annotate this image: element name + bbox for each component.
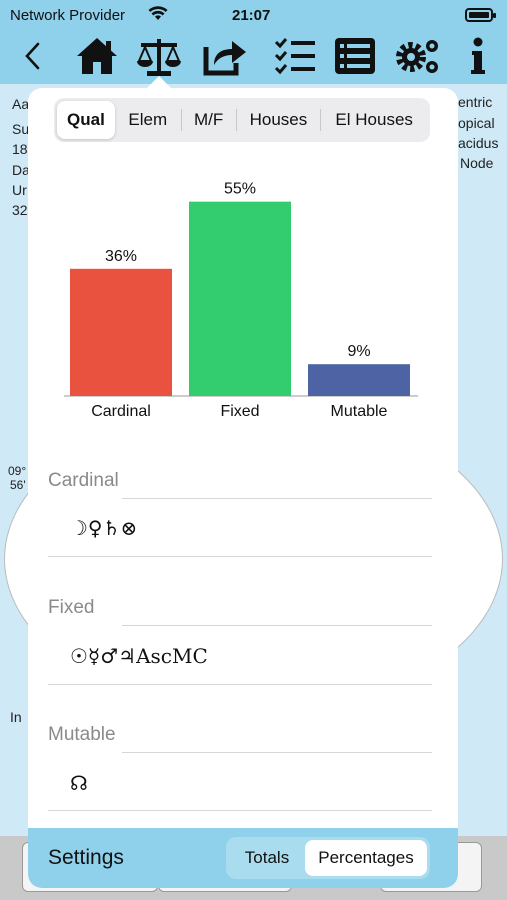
- tab-elem[interactable]: Elem: [115, 101, 181, 139]
- section-title-fixed: Fixed: [48, 597, 95, 618]
- bg-text: 09°: [8, 464, 27, 478]
- divider: [48, 810, 432, 811]
- category-label-mutable: Mutable: [331, 403, 388, 420]
- quality-bar-chart: 36% Cardinal 55% Fixed 9% Mutable: [64, 181, 418, 420]
- info-icon[interactable]: [460, 34, 496, 78]
- share-icon[interactable]: [200, 34, 250, 78]
- gears-icon[interactable]: [392, 34, 444, 78]
- bg-text: 56': [10, 478, 26, 492]
- value-label-cardinal: 36%: [105, 248, 137, 265]
- bg-text: Node: [460, 155, 494, 171]
- list-icon[interactable]: [332, 34, 378, 78]
- tab-qual[interactable]: Qual: [57, 101, 115, 139]
- divider: [122, 498, 432, 499]
- bottom-bar: Settings Totals Percentages: [28, 828, 458, 888]
- bg-text: 32: [12, 202, 28, 218]
- bg-text: In: [10, 709, 22, 725]
- wifi-icon: [148, 5, 168, 25]
- bg-text: opical: [458, 115, 495, 131]
- mutable-planets: ☊: [70, 771, 88, 795]
- category-label-cardinal: Cardinal: [91, 403, 151, 420]
- bg-text: entric: [458, 94, 493, 110]
- tab-houses[interactable]: Houses: [237, 101, 321, 139]
- bg-text: Aa: [12, 96, 30, 112]
- value-label-mutable: 9%: [347, 343, 370, 360]
- scales-icon[interactable]: [134, 34, 184, 78]
- status-bar: Network Provider 21:07: [0, 0, 507, 30]
- divider: [122, 752, 432, 753]
- tab-bar: Qual Elem M/F Houses El Houses: [54, 98, 430, 142]
- tab-el-houses[interactable]: El Houses: [321, 101, 427, 139]
- bg-text: acidus: [458, 135, 499, 151]
- bg-text: Ur: [12, 182, 27, 198]
- checklist-icon[interactable]: [272, 34, 318, 78]
- tab-mf[interactable]: M/F: [182, 101, 236, 139]
- back-icon[interactable]: [14, 34, 50, 78]
- cardinal-planets: ☽♀♄⊗: [70, 516, 138, 540]
- quality-popover: Qual Elem M/F Houses El Houses 36% Cardin…: [28, 88, 458, 888]
- display-mode-toggle: Totals Percentages: [226, 837, 430, 879]
- divider: [122, 625, 432, 626]
- bar-fixed: [189, 201, 291, 396]
- clock: 21:07: [232, 7, 271, 24]
- divider: [48, 556, 432, 557]
- fixed-planets: ☉☿♂♃AscMC: [70, 644, 208, 668]
- value-label-fixed: 55%: [224, 181, 256, 198]
- battery-icon: [465, 8, 496, 22]
- totals-option[interactable]: Totals: [229, 840, 305, 876]
- home-icon[interactable]: [74, 34, 120, 78]
- carrier-label: Network Provider: [10, 7, 126, 24]
- divider: [48, 684, 432, 685]
- bar-mutable: [308, 364, 410, 396]
- section-title-mutable: Mutable: [48, 724, 116, 745]
- bg-text: Su: [12, 121, 30, 137]
- category-label-fixed: Fixed: [220, 403, 259, 420]
- toolbar: [0, 30, 507, 84]
- bg-text: 18: [12, 141, 28, 157]
- bar-cardinal: [70, 268, 172, 396]
- settings-button[interactable]: Settings: [48, 846, 124, 870]
- section-title-cardinal: Cardinal: [48, 470, 119, 491]
- percentages-option[interactable]: Percentages: [305, 840, 427, 876]
